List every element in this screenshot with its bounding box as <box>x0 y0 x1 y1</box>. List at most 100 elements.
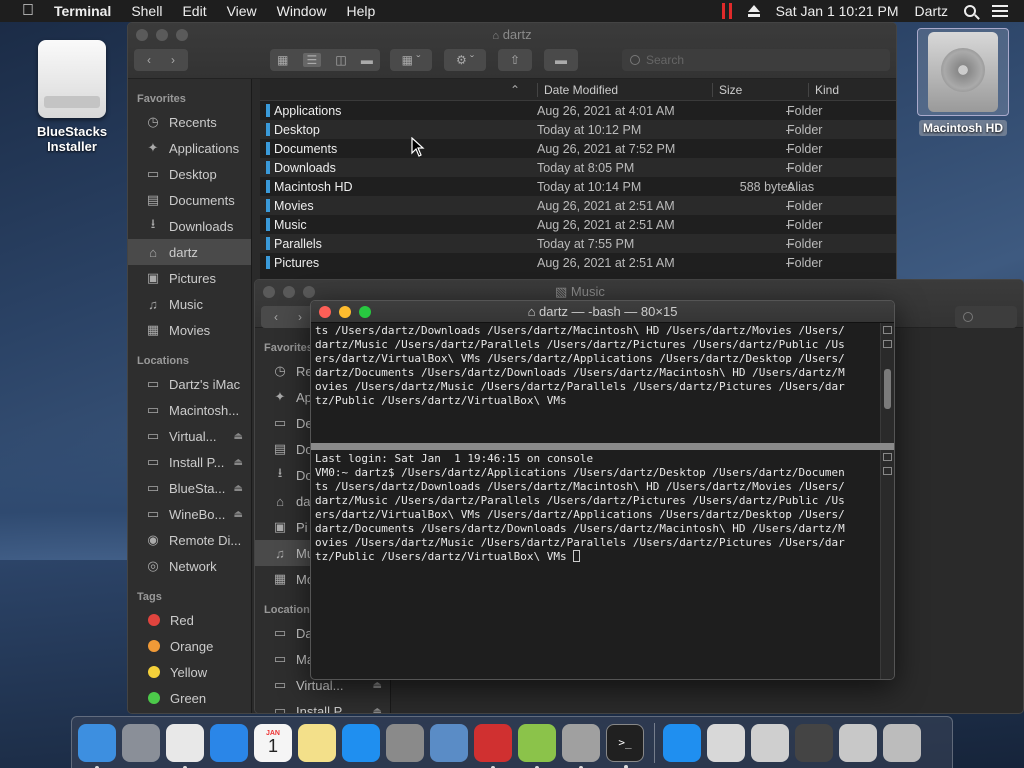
action-button[interactable]: ⚙ ˇ <box>444 49 486 71</box>
finder-titlebar[interactable]: ⌂ dartz ‹ › ▦ ☰ ◫ ▬ ▦ ˇ ⚙ ˇ ⇧ ▬ Search <box>128 23 896 79</box>
sidebar-location-item[interactable]: ▭ BlueSta... ⏏ <box>128 475 251 501</box>
top-pane-scrollbar[interactable] <box>880 323 894 443</box>
menu-user[interactable]: Dartz <box>915 3 948 19</box>
table-row[interactable]: Desktop Today at 10:12 PM -- Folder <box>260 120 896 139</box>
sidebar-tag-yellow[interactable]: Yellow <box>128 659 251 685</box>
view-mode-segment[interactable]: ▦ ☰ ◫ ▬ <box>270 49 380 71</box>
sort-chevron-up-icon[interactable]: ⌃ <box>510 83 520 97</box>
table-row[interactable]: Music Aug 26, 2021 at 2:51 AM -- Folder <box>260 215 896 234</box>
terminal-icon[interactable]: >_ <box>606 723 644 768</box>
window-preview-icon[interactable] <box>751 723 789 762</box>
parallels-icon[interactable] <box>474 723 512 768</box>
scroll-thumb[interactable] <box>884 369 891 409</box>
notification-center-icon[interactable] <box>992 5 1008 17</box>
list-view-icon[interactable]: ☰ <box>302 53 322 67</box>
split-pane-icon[interactable] <box>883 326 892 334</box>
minimize-button[interactable] <box>283 286 295 298</box>
column-date-modified[interactable]: Date Modified <box>537 82 618 97</box>
android-icon[interactable] <box>518 723 556 768</box>
group-by-button[interactable]: ▦ ˇ <box>390 49 432 71</box>
sidebar-tag-green[interactable]: Green <box>128 685 251 711</box>
table-row[interactable]: Parallels Today at 7:55 PM -- Folder <box>260 234 896 253</box>
terminal-top-pane[interactable]: ts /Users/dartz/Downloads /Users/dartz/M… <box>311 324 880 442</box>
safari-icon[interactable] <box>210 723 248 762</box>
gallery-view-icon[interactable]: ▬ <box>361 53 373 67</box>
column-kind[interactable]: Kind <box>808 82 839 97</box>
media-preview-icon[interactable] <box>795 723 833 762</box>
launchpad-icon[interactable] <box>122 723 160 762</box>
menu-edit[interactable]: Edit <box>182 3 206 19</box>
virtualbox-icon[interactable] <box>430 723 468 762</box>
desktop-icon-macintosh-hd[interactable]: Macintosh HD <box>914 28 1012 136</box>
sidebar-item-applications[interactable]: ✦ Applications <box>128 135 251 161</box>
sidebar-location-item[interactable]: ▭ Virtual... ⏏ <box>128 423 251 449</box>
sidebar-item-music[interactable]: ♫ Music <box>128 291 251 317</box>
table-row[interactable]: Pictures Aug 26, 2021 at 2:51 AM -- Folder <box>260 253 896 272</box>
terminal-titlebar[interactable]: ⌂ dartz — -bash — 80×15 <box>311 301 894 323</box>
sidebar-location-item[interactable]: ▭ Dartz's iMac <box>128 371 251 397</box>
table-row[interactable]: Downloads Today at 8:05 PM -- Folder <box>260 158 896 177</box>
menu-view[interactable]: View <box>227 3 257 19</box>
finder-icon[interactable] <box>78 723 116 768</box>
menu-clock[interactable]: Sat Jan 1 10:21 PM <box>776 3 899 19</box>
table-row[interactable]: Documents Aug 26, 2021 at 7:52 PM -- Folder <box>260 139 896 158</box>
close-split-icon[interactable] <box>883 340 892 348</box>
split-divider[interactable] <box>311 443 894 450</box>
eject-icon[interactable]: ⏏ <box>234 431 243 442</box>
document-preview-icon[interactable] <box>707 723 745 762</box>
forward-icon[interactable]: › <box>298 310 302 324</box>
menu-shell[interactable]: Shell <box>131 3 162 19</box>
sidebar-item-recents[interactable]: ◷ Recents <box>128 109 251 135</box>
sidebar-location-item[interactable]: ◉ Remote Di... <box>128 527 251 553</box>
column-view-icon[interactable]: ◫ <box>335 53 346 67</box>
app-store-download-icon[interactable] <box>663 723 701 762</box>
sidebar-item-desktop[interactable]: ▭ Desktop <box>128 161 251 187</box>
search-input[interactable]: Search <box>622 49 890 71</box>
close-button[interactable] <box>263 286 275 298</box>
tags-button[interactable]: ▬ <box>544 49 578 71</box>
back-forward-buttons[interactable]: ‹ › <box>261 306 315 328</box>
chrome-icon[interactable] <box>166 723 204 768</box>
column-size[interactable]: Size <box>712 82 742 97</box>
screenshot-preview-icon[interactable] <box>839 723 877 762</box>
back-icon[interactable]: ‹ <box>147 53 151 67</box>
sidebar-location-item[interactable]: ▭ Macintosh... <box>128 397 251 423</box>
notes-icon[interactable] <box>298 723 336 762</box>
sidebar-tag-red[interactable]: Red <box>128 607 251 633</box>
eject-icon[interactable]: ⏏ <box>373 680 382 691</box>
eject-icon[interactable]: ⏏ <box>234 483 243 494</box>
spotlight-search-icon[interactable] <box>964 5 976 17</box>
back-forward-buttons[interactable]: ‹ › <box>134 49 188 71</box>
share-button[interactable]: ⇧ <box>498 49 532 71</box>
calendar-icon[interactable]: JAN 1 <box>254 723 292 762</box>
icon-view-icon[interactable]: ▦ <box>277 53 288 67</box>
table-row[interactable]: Applications Aug 26, 2021 at 4:01 AM -- Fol… <box>260 101 896 120</box>
trash-icon[interactable] <box>883 723 921 762</box>
parallels-status-icon[interactable] <box>721 3 732 19</box>
eject-icon[interactable]: ⏏ <box>234 457 243 468</box>
app-store-icon[interactable] <box>342 723 380 762</box>
menu-app-terminal[interactable]: Terminal <box>54 3 111 19</box>
eject-icon[interactable]: ⏏ <box>373 706 382 714</box>
sidebar-item-pictures[interactable]: ▣ Pictures <box>128 265 251 291</box>
sidebar-item-dartz[interactable]: ⌂ dartz <box>128 239 251 265</box>
desktop-icon-bluestacks-installer[interactable]: BlueStacks Installer <box>28 40 116 154</box>
eject-icon[interactable] <box>747 5 760 17</box>
sidebar-location-item[interactable]: ◎ Network <box>128 553 251 579</box>
back-icon[interactable]: ‹ <box>274 310 278 324</box>
zoom-button[interactable] <box>303 286 315 298</box>
close-split-icon[interactable] <box>883 467 892 475</box>
sidebar-location-item[interactable]: ▭ Install P... ⏏ <box>128 449 251 475</box>
sidebar-item-documents[interactable]: ▤ Documents <box>128 187 251 213</box>
bottom-pane-scrollbar[interactable] <box>880 450 894 679</box>
terminal-bottom-pane[interactable]: Last login: Sat Jan 1 19:46:15 on consol… <box>311 452 880 678</box>
music-sidebar-location[interactable]: ▭ Install P... ⏏ <box>255 698 390 714</box>
table-row[interactable]: Macintosh HD Today at 10:14 PM 588 bytes Al… <box>260 177 896 196</box>
music-search-input[interactable] <box>955 306 1017 328</box>
eject-icon[interactable]: ⏏ <box>234 509 243 520</box>
sidebar-tag-orange[interactable]: Orange <box>128 633 251 659</box>
table-row[interactable]: Movies Aug 26, 2021 at 2:51 AM -- Folder <box>260 196 896 215</box>
sidebar-item-downloads[interactable]: ⭳ Downloads <box>128 213 251 239</box>
system-preferences-icon[interactable] <box>386 723 424 762</box>
sidebar-location-item[interactable]: ▭ WineBo... ⏏ <box>128 501 251 527</box>
